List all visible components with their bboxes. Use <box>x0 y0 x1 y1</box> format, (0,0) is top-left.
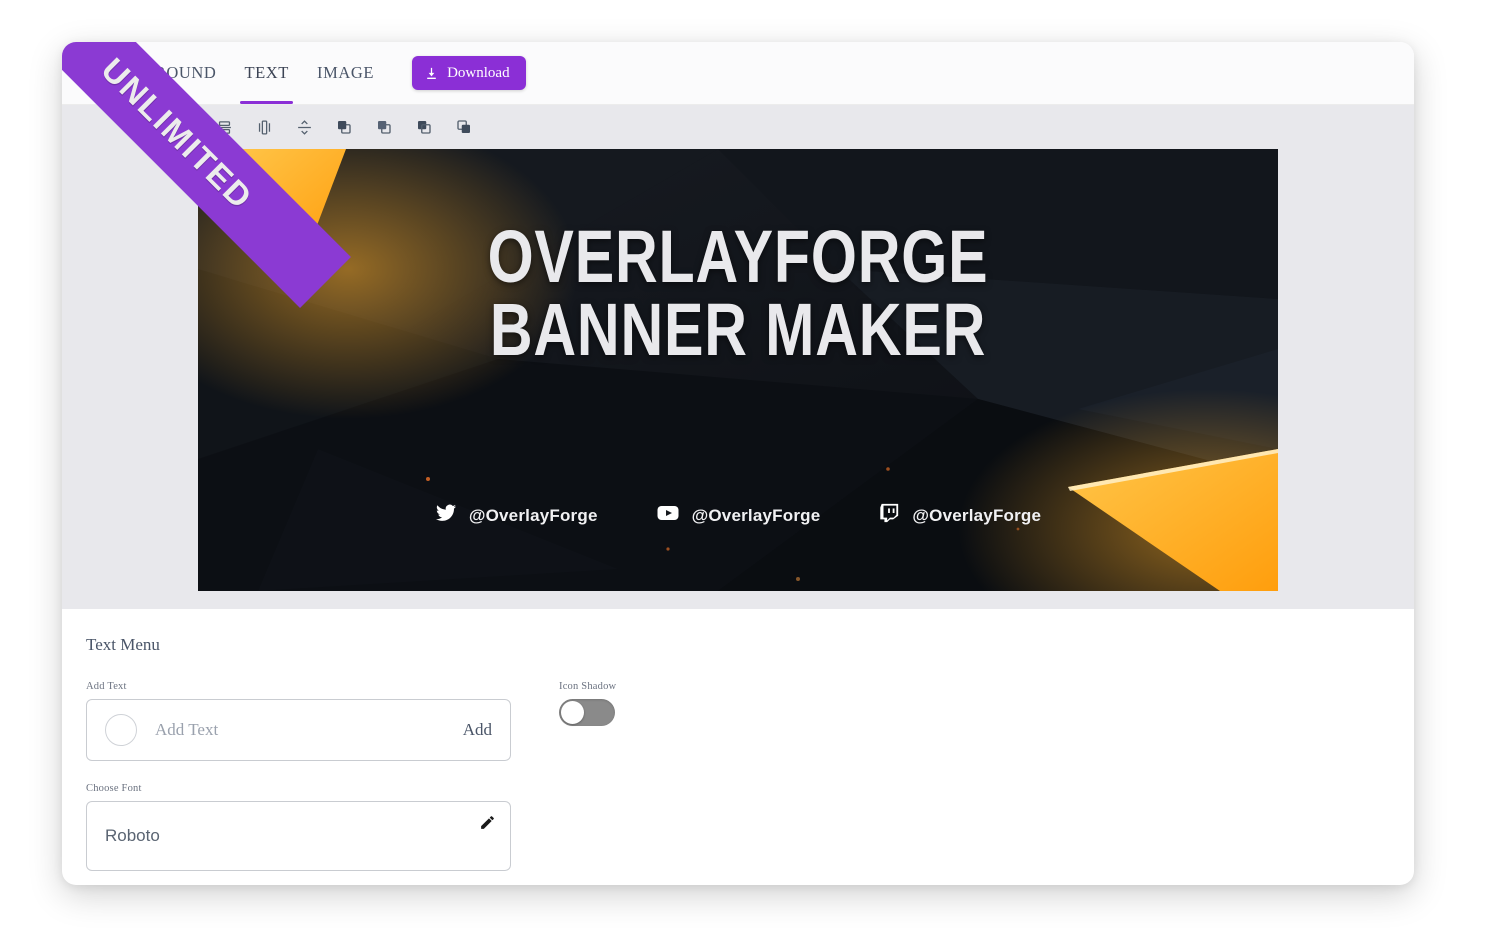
social-item-twitter[interactable]: @OverlayForge <box>435 501 598 530</box>
pencil-icon[interactable] <box>479 814 496 836</box>
banner-canvas[interactable]: OVERLAYFORGE BANNER MAKER @OverlayForge <box>198 149 1278 591</box>
bring-forward-icon[interactable] <box>412 115 436 139</box>
add-text-input[interactable] <box>153 719 453 741</box>
youtube-icon <box>656 501 680 530</box>
send-to-back-icon[interactable] <box>372 115 396 139</box>
twitter-icon <box>435 502 457 529</box>
distribute-vertical-icon[interactable] <box>292 115 316 139</box>
panel-title: Text Menu <box>86 635 160 654</box>
bring-to-front-icon[interactable] <box>332 115 356 139</box>
align-horizontal-center-icon[interactable] <box>212 115 236 139</box>
icon-shadow-label: Icon Shadow <box>559 681 617 692</box>
icon-shadow-toggle[interactable] <box>559 699 615 726</box>
top-navigation: BACKGROUND TEXT IMAGE Download <box>62 42 1414 105</box>
add-text-button[interactable]: Add <box>453 720 492 740</box>
choose-font-label: Choose Font <box>86 783 142 794</box>
download-icon <box>424 66 439 81</box>
send-backward-icon[interactable] <box>452 115 476 139</box>
social-item-twitch[interactable]: @OverlayForge <box>878 501 1041 530</box>
text-menu-panel: Text Menu Add Text Add Choose Font <box>62 609 1414 871</box>
download-button[interactable]: Download <box>412 56 526 90</box>
tab-background[interactable]: BACKGROUND <box>80 43 230 104</box>
text-color-swatch[interactable] <box>105 714 137 746</box>
banner-socials: @OverlayForge @OverlayForge @OverlayForg… <box>198 501 1278 530</box>
tab-text[interactable]: TEXT <box>230 43 303 104</box>
align-vertical-center-icon[interactable] <box>252 115 276 139</box>
app-window: UNLIMITED BACKGROUND TEXT IMAGE Download <box>62 42 1414 885</box>
choose-font-field[interactable]: Roboto <box>86 801 511 871</box>
canvas-stage: OVERLAYFORGE BANNER MAKER @OverlayForge <box>62 149 1414 609</box>
icon-shadow-toggle-knob <box>561 701 584 724</box>
social-handle-twitch: @OverlayForge <box>912 505 1042 525</box>
add-text-row: Add <box>86 699 511 761</box>
tab-image[interactable]: IMAGE <box>303 43 388 104</box>
social-handle-youtube: @OverlayForge <box>691 505 821 525</box>
add-text-label: Add Text <box>86 681 127 692</box>
social-handle-twitter: @OverlayForge <box>468 505 598 525</box>
choose-font-value: Roboto <box>105 826 160 845</box>
twitch-icon <box>878 502 900 529</box>
download-button-label: Download <box>447 64 510 81</box>
social-item-youtube[interactable]: @OverlayForge <box>656 501 821 530</box>
editor-toolbar <box>62 105 1414 149</box>
banner-headline[interactable]: OVERLAYFORGE BANNER MAKER <box>306 219 1170 366</box>
